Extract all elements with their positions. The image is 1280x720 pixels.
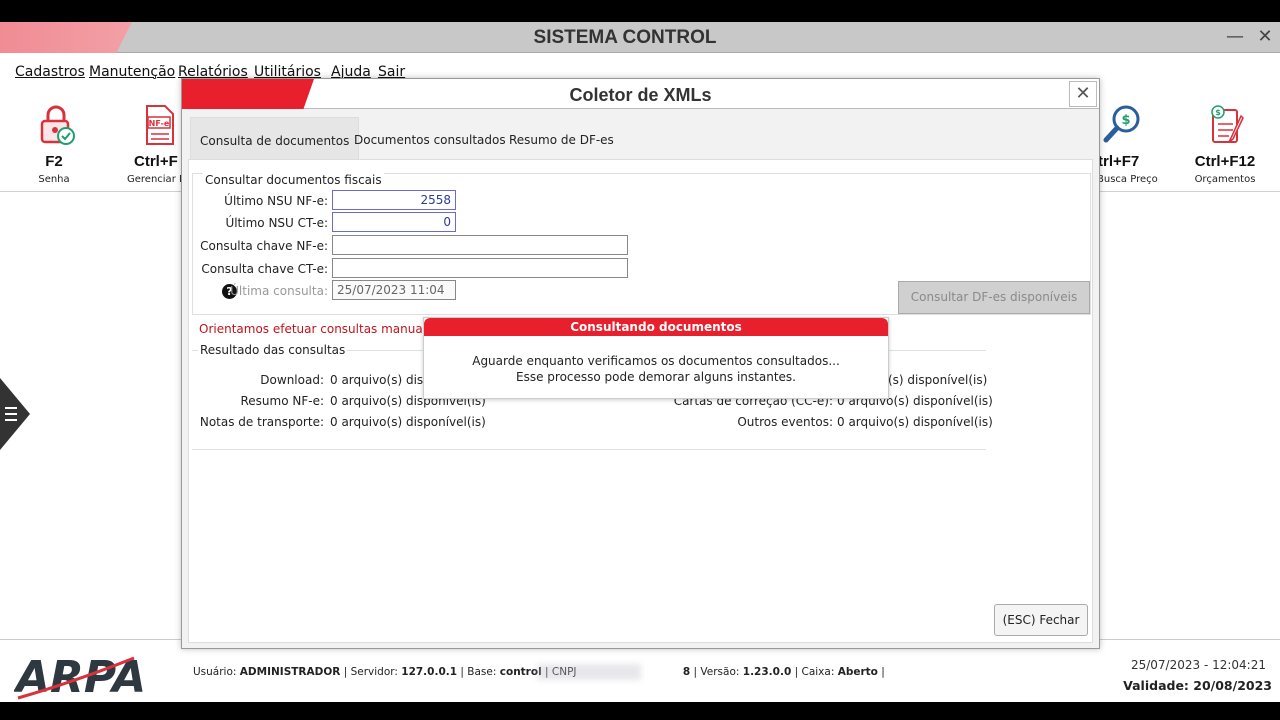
price-search-icon: $ bbox=[1103, 105, 1140, 143]
tab-resumo-dfes[interactable]: Resumo de DF-es bbox=[500, 117, 623, 159]
tab-consulta-documentos[interactable]: Consulta de documentos bbox=[190, 117, 360, 159]
tool-senha-key: F2 bbox=[45, 153, 63, 170]
status-versao: 1.23.0.0 bbox=[742, 666, 792, 678]
status-caixa-label: | Caixa: bbox=[794, 666, 835, 678]
nsu-cte-field[interactable]: 0 bbox=[332, 212, 456, 232]
nsu-nfe-label: Último NSU NF-e: bbox=[224, 194, 328, 208]
result-outros-value: 0 arquivo(s) disponível(is) bbox=[837, 415, 993, 429]
tool-orcamentos-key: Ctrl+F12 bbox=[1194, 153, 1256, 170]
warning-text: Orientamos efetuar consultas manuais de bbox=[199, 322, 452, 336]
result-resumo-label: Resumo NF-e: bbox=[240, 394, 324, 408]
status-servidor: 127.0.0.1 bbox=[401, 666, 458, 678]
dialog-title-bar: Coletor de XMLs ✕ bbox=[182, 79, 1099, 109]
result-download-value: 0 arquivo(s) dispo bbox=[330, 373, 439, 387]
nfe-document-icon: NF-e bbox=[146, 105, 174, 145]
chave-cte-input[interactable] bbox=[332, 258, 628, 278]
group-resultado-title: Resultado das consultas bbox=[198, 343, 348, 357]
title-bar: SISTEMA CONTROL — ✕ bbox=[0, 22, 1280, 53]
tool-orcamentos-label: Orçamentos bbox=[1194, 174, 1256, 185]
svg-text:$: $ bbox=[1215, 108, 1221, 117]
close-button[interactable]: ✕ bbox=[1252, 24, 1278, 50]
result-transporte-label: Notas de transporte: bbox=[199, 415, 324, 429]
status-base: control bbox=[499, 666, 542, 678]
dialog-title: Coletor de XMLs bbox=[569, 85, 712, 105]
status-versao-label: | Versão: bbox=[693, 666, 740, 678]
side-menu-handle[interactable] bbox=[0, 378, 32, 450]
fechar-button[interactable]: (ESC) Fechar bbox=[994, 604, 1088, 636]
chave-nfe-label: Consulta chave NF-e: bbox=[200, 239, 328, 253]
menu-manutencao[interactable]: Manutenção bbox=[89, 64, 175, 80]
status-end: | bbox=[881, 666, 885, 678]
tab-consulta-label: Consulta de documentos bbox=[200, 134, 350, 148]
app-title: SISTEMA CONTROL bbox=[533, 27, 717, 48]
tool-senha[interactable]: F2 Senha bbox=[4, 96, 104, 192]
ultima-consulta-field: 25/07/2023 11:04 bbox=[332, 280, 456, 300]
tab-documentos-consultados[interactable]: Documentos consultados bbox=[345, 117, 515, 159]
tool-senha-label: Senha bbox=[38, 174, 70, 185]
redacted-cnpj bbox=[537, 664, 641, 680]
group-consultar: Consultar documentos fiscais Último NSU … bbox=[192, 173, 1091, 315]
popup-title: Consultando documentos bbox=[424, 318, 888, 336]
nsu-cte-label: Último NSU CT-e: bbox=[225, 216, 328, 230]
status-caixa: Aberto bbox=[837, 666, 878, 678]
minimize-button[interactable]: — bbox=[1222, 24, 1248, 50]
status-validade: Validade: 20/08/2023 bbox=[1123, 678, 1272, 693]
status-servidor-label: | Servidor: bbox=[343, 666, 398, 678]
popup-message-2: Esse processo pode demorar alguns instan… bbox=[516, 370, 796, 384]
chave-nfe-input[interactable] bbox=[332, 235, 628, 255]
ultima-consulta-label: Última consulta: bbox=[230, 284, 328, 298]
nsu-nfe-field[interactable]: 2558 bbox=[332, 190, 456, 210]
svg-text:$: $ bbox=[1121, 113, 1130, 128]
svg-text:NF-e: NF-e bbox=[149, 119, 170, 128]
menu-cadastros[interactable]: Cadastros bbox=[15, 64, 85, 80]
lock-check-icon bbox=[40, 105, 75, 145]
status-usuario-label: Usuário: bbox=[193, 666, 237, 678]
dialog-close-button[interactable]: ✕ bbox=[1069, 81, 1097, 107]
tab-panel: Consultar documentos fiscais Último NSU … bbox=[188, 159, 1093, 643]
popup-message-1: Aguarde enquanto verificamos os document… bbox=[472, 354, 840, 368]
chave-cte-label: Consulta chave CT-e: bbox=[201, 262, 328, 276]
result-right-1-value: (s) disponível(is) bbox=[888, 373, 988, 387]
budget-document-icon: $ bbox=[1211, 105, 1244, 143]
tab-resumo-label: Resumo de DF-es bbox=[509, 133, 614, 147]
status-usuario: ADMINISTRADOR bbox=[239, 666, 341, 678]
consultar-dfes-button[interactable]: Consultar DF-es disponíveis bbox=[898, 281, 1090, 314]
result-transporte-value: 0 arquivo(s) disponível(is) bbox=[330, 415, 486, 429]
status-cnpj-tail: 8 bbox=[682, 666, 691, 678]
status-base-label: | Base: bbox=[460, 666, 497, 678]
status-datetime: 25/07/2023 - 12:04:21 bbox=[1130, 658, 1266, 672]
group-consultar-title: Consultar documentos fiscais bbox=[203, 173, 384, 187]
result-outros-label: Outros eventos: bbox=[737, 415, 833, 429]
result-download-label: Download: bbox=[260, 373, 324, 387]
tool-orcamentos[interactable]: $ Ctrl+F12 Orçamentos bbox=[1175, 96, 1275, 192]
arpa-logo: ARPA bbox=[14, 652, 146, 700]
tab-documentos-label: Documentos consultados bbox=[354, 133, 506, 147]
loading-popup: Consultando documentos Aguarde enquanto … bbox=[423, 317, 889, 399]
